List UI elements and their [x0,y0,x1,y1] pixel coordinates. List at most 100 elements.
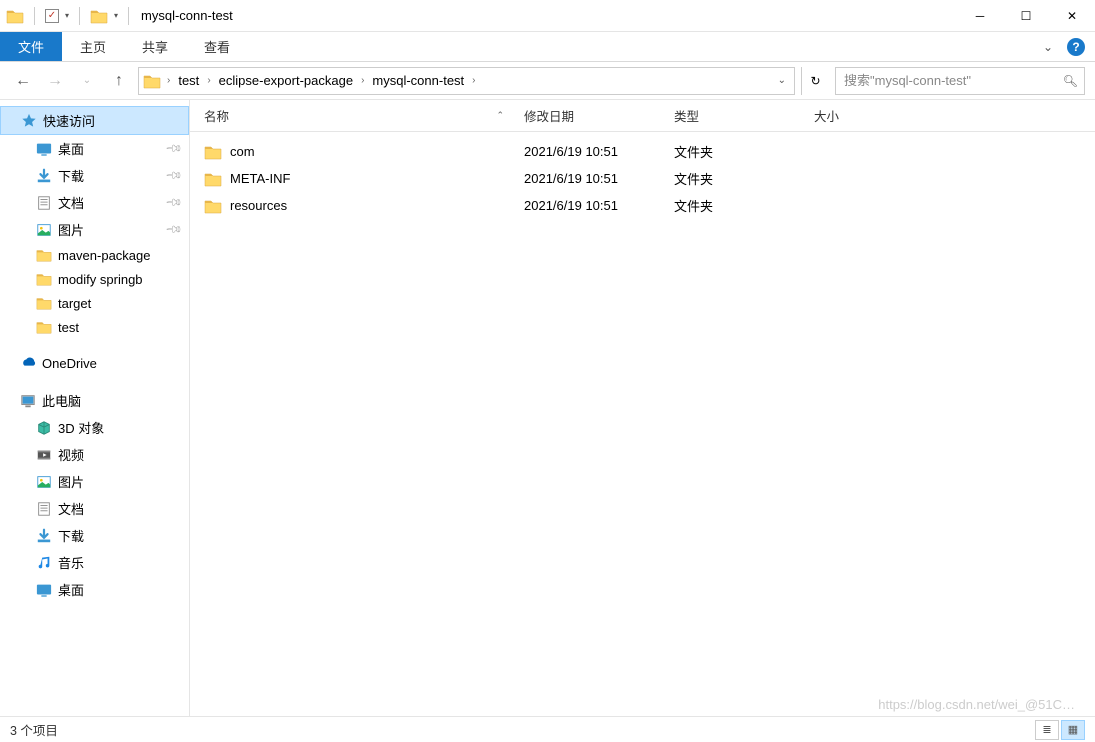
sidebar-item[interactable]: 文档 [0,495,189,522]
folder-icon [36,247,52,263]
sidebar-label: 快速访问 [43,111,95,130]
sidebar-item-label: 音乐 [58,553,84,572]
refresh-button[interactable]: ↻ [801,67,829,95]
divider [128,7,129,25]
tab-view[interactable]: 查看 [186,32,248,61]
divider [79,7,80,25]
file-name: resources [230,198,287,213]
folder-icon [36,295,52,311]
search-icon[interactable]: 🔍︎ [1063,74,1078,88]
file-type: 文件夹 [674,142,814,161]
folder-icon [204,170,222,188]
window-title: mysql-conn-test [141,8,233,23]
help-icon[interactable]: ? [1067,38,1085,56]
column-header-size[interactable]: 大小 [814,106,914,125]
sidebar-item[interactable]: target [0,291,189,315]
sidebar-this-pc[interactable]: 此电脑 [0,387,189,414]
sidebar-item-label: 下载 [58,166,84,185]
maximize-button[interactable]: ☐ [1003,0,1049,32]
sidebar-item-label: 文档 [58,193,84,212]
file-row[interactable]: resources 2021/6/19 10:51 文件夹 [190,192,1095,219]
chevron-right-icon[interactable]: › [205,75,212,86]
sidebar-item[interactable]: test [0,315,189,339]
chevron-right-icon[interactable]: › [359,75,366,86]
picture-icon [36,222,52,238]
3d-icon [36,420,52,436]
sidebar-item[interactable]: 下载 📌︎ [0,162,189,189]
folder-icon [204,143,222,161]
sidebar-item-label: modify springb [58,272,143,287]
picture-icon [36,474,52,490]
column-header-name[interactable]: 名称 ⌃ [204,106,524,125]
expand-ribbon-icon[interactable]: ⌄ [1043,40,1053,54]
sidebar-label: 此电脑 [42,391,81,410]
tab-home[interactable]: 主页 [62,32,124,61]
sidebar-item-label: 桌面 [58,139,84,158]
sidebar-item[interactable]: 文档 📌︎ [0,189,189,216]
sidebar-item[interactable]: 视频 [0,441,189,468]
sidebar-item-label: maven-package [58,248,151,263]
address-bar[interactable]: › test › eclipse-export-package › mysql-… [138,67,795,95]
up-button[interactable]: ↑ [106,68,132,94]
folder-icon [36,319,52,335]
sidebar-item[interactable]: 图片 [0,468,189,495]
window-controls: ─ ☐ ✕ [957,0,1095,32]
chevron-right-icon[interactable]: › [165,75,172,86]
chevron-right-icon[interactable]: › [470,75,477,86]
address-dropdown-icon[interactable]: ⌄ [778,75,786,86]
breadcrumb-item[interactable]: test [172,73,205,88]
sidebar-item[interactable]: 桌面 [0,576,189,603]
sidebar-item-label: target [58,296,91,311]
file-row[interactable]: META-INF 2021/6/19 10:51 文件夹 [190,165,1095,192]
sort-caret-icon: ⌃ [496,110,504,121]
search-box[interactable]: 🔍︎ [835,67,1085,95]
sidebar-item[interactable]: 3D 对象 [0,414,189,441]
folder-icon [143,72,161,90]
navigation-pane[interactable]: 快速访问 桌面 📌︎ 下载 📌︎ 文档 📌︎ 图片 📌︎ maven-packa… [0,100,190,716]
download-icon [36,168,52,184]
file-date: 2021/6/19 10:51 [524,198,674,213]
sidebar-quick-access[interactable]: 快速访问 [0,106,189,135]
file-name: com [230,144,255,159]
item-count: 3 个项目 [10,720,58,739]
file-tab[interactable]: 文件 [0,32,62,61]
folder-icon [36,271,52,287]
qat-dropdown-icon[interactable]: ▾ [65,11,69,20]
minimize-button[interactable]: ─ [957,0,1003,32]
forward-button[interactable]: → [42,68,68,94]
column-header-type[interactable]: 类型 [674,106,814,125]
file-rows: com 2021/6/19 10:51 文件夹 META-INF 2021/6/… [190,132,1095,716]
folder-icon [90,7,108,25]
tab-share[interactable]: 共享 [124,32,186,61]
document-icon [36,195,52,211]
sidebar-item[interactable]: 下载 [0,522,189,549]
sidebar-item[interactable]: 音乐 [0,549,189,576]
pc-icon [20,393,36,409]
breadcrumb-item[interactable]: eclipse-export-package [213,73,359,88]
watermark: https://blog.csdn.net/wei_@51C… [878,697,1075,712]
sidebar-item[interactable]: modify springb [0,267,189,291]
search-input[interactable] [842,72,1063,89]
view-details-button[interactable]: ≣ [1035,720,1059,740]
sidebar-item[interactable]: 桌面 📌︎ [0,135,189,162]
onedrive-icon [20,355,36,371]
column-header-date[interactable]: 修改日期 [524,106,674,125]
sidebar-item[interactable]: maven-package [0,243,189,267]
file-list-pane: 名称 ⌃ 修改日期 类型 大小 com 2021/6/19 10:51 文件夹 … [190,100,1095,716]
file-name: META-INF [230,171,290,186]
file-row[interactable]: com 2021/6/19 10:51 文件夹 [190,138,1095,165]
recent-locations-icon[interactable]: ⌄ [74,68,100,94]
pin-icon: 📌︎ [164,166,183,185]
view-icons-button[interactable]: ▦ [1061,720,1085,740]
sidebar-item-label: 下载 [58,526,84,545]
close-button[interactable]: ✕ [1049,0,1095,32]
qat-checkbox-icon[interactable]: ✓ [45,9,59,23]
star-icon [21,113,37,129]
breadcrumb-item[interactable]: mysql-conn-test [366,73,470,88]
sidebar-onedrive[interactable]: OneDrive [0,351,189,375]
qat-dropdown-icon[interactable]: ▾ [114,11,118,20]
sidebar-item[interactable]: 图片 📌︎ [0,216,189,243]
desktop-icon [36,582,52,598]
back-button[interactable]: ← [10,68,36,94]
divider [34,7,35,25]
